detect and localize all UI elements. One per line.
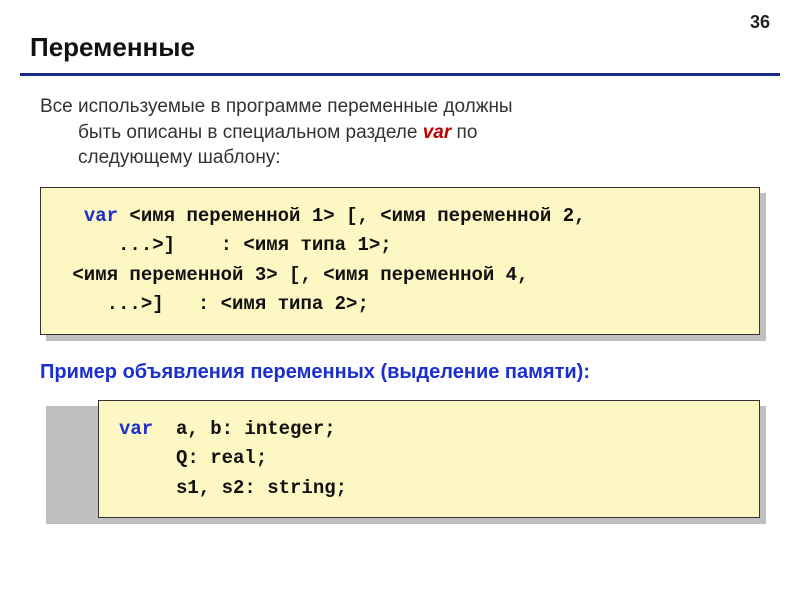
code-box-template: var <имя переменной 1> [, <имя переменно… <box>40 187 760 335</box>
code1-line3: <имя переменной 3> [, <имя переменной 4, <box>61 264 528 286</box>
intro-line2b: по <box>451 122 477 143</box>
code2-line2: Q: real; <box>119 447 267 469</box>
code2-line1: var a, b: integer; <box>119 418 336 440</box>
slide-title: Переменные <box>0 0 800 73</box>
code-block-template: var <имя переменной 1> [, <имя переменно… <box>40 187 760 335</box>
title-underline <box>20 73 780 76</box>
code1-l1b: <имя переменной 1> [, <имя переменной 2, <box>118 205 585 227</box>
intro-var-keyword: var <box>423 122 452 143</box>
example-subhead: Пример объявления переменных (выделение … <box>0 355 800 400</box>
code1-line1: var <имя переменной 1> [, <имя переменно… <box>61 205 586 227</box>
intro-line2: быть описаны в специальном разделе var п… <box>40 120 740 146</box>
code1-line2: ...>] : <имя типа 1>; <box>61 234 392 256</box>
var-keyword: var <box>119 418 176 440</box>
code-box-example: var a, b: integer; Q: real; s1, s2: stri… <box>98 400 760 518</box>
code2-l1b: a, b: integer; <box>176 418 336 440</box>
var-keyword: var <box>84 205 118 227</box>
intro-line3: следующему шаблону: <box>40 145 740 171</box>
intro-line2a: быть описаны в специальном разделе <box>78 122 423 143</box>
code1-line4: ...>] : <имя типа 2>; <box>61 293 369 315</box>
code2-line3: s1, s2: string; <box>119 477 347 499</box>
intro-line1: Все используемые в программе переменные … <box>40 96 513 117</box>
intro-text: Все используемые в программе переменные … <box>0 94 800 187</box>
code-block-example: var a, b: integer; Q: real; s1, s2: stri… <box>40 400 760 518</box>
page-number: 36 <box>750 12 770 33</box>
